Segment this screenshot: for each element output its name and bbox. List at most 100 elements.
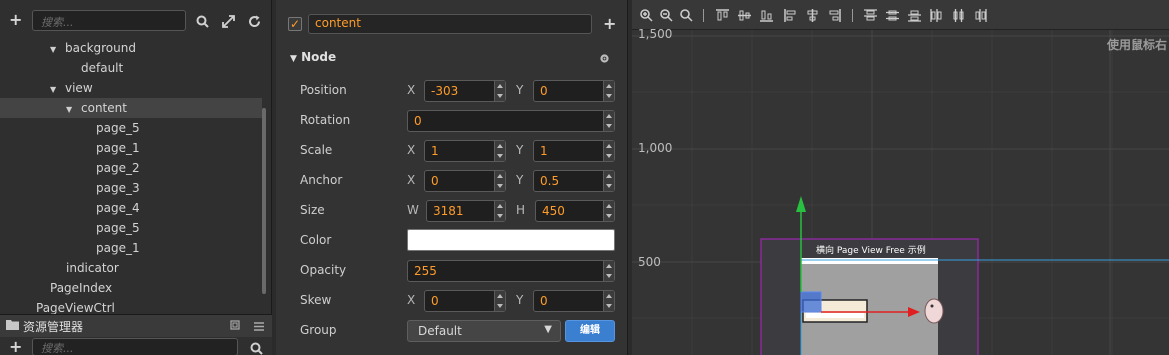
- scale-x-stepper[interactable]: [494, 141, 505, 161]
- gear-icon[interactable]: [599, 53, 610, 67]
- tree-node-page_4[interactable]: page_4: [0, 198, 262, 218]
- anchor-x-label: X: [407, 173, 416, 187]
- scale-label: Scale: [300, 143, 333, 157]
- tree-node-label: page_3: [96, 181, 140, 195]
- size-h-input[interactable]: 450: [535, 200, 615, 222]
- tree-node-default[interactable]: default: [0, 58, 262, 78]
- size-h-stepper[interactable]: [603, 201, 614, 221]
- size-w-label: W: [407, 203, 419, 217]
- skew-x-label: X: [407, 293, 416, 307]
- expand-icon[interactable]: [220, 13, 236, 29]
- tree-node-page_1[interactable]: page_1: [0, 138, 262, 158]
- tree-node-label: page_5: [96, 121, 140, 135]
- tree-node-page_5[interactable]: page_5: [0, 218, 262, 238]
- character-sprite: [924, 298, 944, 324]
- color-picker[interactable]: [407, 229, 615, 251]
- tree-node-pageindex[interactable]: PageIndex: [0, 278, 262, 298]
- skew-x-value: 0: [431, 294, 439, 308]
- node-name-input[interactable]: content: [308, 14, 592, 34]
- tree-node-label: view: [65, 81, 93, 95]
- tree-node-page_2[interactable]: page_2: [0, 158, 262, 178]
- scale-y-stepper[interactable]: [603, 141, 614, 161]
- section-title: Node: [301, 50, 337, 64]
- expand-arrow-icon[interactable]: ▼: [50, 40, 60, 60]
- scene-hint: 使用鼠标右: [1106, 38, 1167, 52]
- tree-node-page_3[interactable]: page_3: [0, 178, 262, 198]
- zoom-reset-icon[interactable]: [680, 9, 693, 22]
- scale-x-value: 1: [431, 144, 439, 158]
- distribute-right-icon[interactable]: [974, 9, 987, 22]
- chevron-down-icon: ▼: [544, 324, 552, 335]
- opacity-input[interactable]: 255: [407, 260, 615, 282]
- tree-node-view[interactable]: ▼ view: [0, 78, 262, 98]
- node-section-header[interactable]: ▼ Node: [290, 50, 336, 64]
- scale-y-value: 1: [540, 144, 548, 158]
- menu-icon[interactable]: [254, 320, 264, 334]
- skew-label: Skew: [300, 293, 332, 307]
- skew-x-input[interactable]: 0: [424, 290, 506, 312]
- size-w-input[interactable]: 3181: [426, 200, 506, 222]
- scale-x-label: X: [407, 143, 416, 157]
- position-y-input[interactable]: 0: [533, 80, 615, 102]
- anchor-y-input[interactable]: 0.5: [533, 170, 615, 192]
- tree-node-indicator[interactable]: indicator: [0, 258, 262, 278]
- tree-node-page_1[interactable]: page_1: [0, 238, 262, 258]
- refresh-icon[interactable]: [246, 13, 262, 29]
- align-top-icon[interactable]: [716, 9, 729, 22]
- tree-node-background[interactable]: ▼ background: [0, 38, 262, 58]
- position-x-input[interactable]: -303: [424, 80, 506, 102]
- zoom-out-icon[interactable]: [660, 9, 673, 22]
- align-vcenter-icon[interactable]: [738, 9, 751, 22]
- distribute-top-icon[interactable]: [864, 9, 877, 22]
- skew-y-input[interactable]: 0: [533, 290, 615, 312]
- zoom-in-icon[interactable]: [640, 9, 653, 22]
- search-icon[interactable]: [194, 13, 210, 29]
- scene-canvas[interactable]: 1,500 1,000 500 横向 Page View Free 示例: [632, 27, 1169, 355]
- add-node-button[interactable]: +: [9, 12, 22, 28]
- align-hcenter-icon[interactable]: [806, 9, 819, 22]
- anchor-x-stepper[interactable]: [494, 171, 505, 191]
- scale-y-input[interactable]: 1: [533, 140, 615, 162]
- size-w-stepper[interactable]: [494, 201, 505, 221]
- expand-arrow-icon[interactable]: ▼: [50, 80, 60, 100]
- add-asset-button[interactable]: +: [9, 339, 22, 355]
- opacity-label: Opacity: [300, 263, 347, 277]
- rotation-stepper[interactable]: [603, 111, 614, 131]
- assets-search-input[interactable]: 搜索...: [32, 338, 238, 355]
- align-left-icon[interactable]: [784, 9, 797, 22]
- opacity-value: 255: [414, 264, 437, 278]
- distribute-hcenter-icon[interactable]: [952, 9, 965, 22]
- size-label: Size: [300, 203, 325, 217]
- scene-panel: 1,500 1,000 500 横向 Page View Free 示例 使用鼠…: [632, 0, 1169, 355]
- anchor-x-input[interactable]: 0: [424, 170, 506, 192]
- search-icon[interactable]: [248, 340, 264, 355]
- anchor-handle: [800, 291, 822, 313]
- distribute-left-icon[interactable]: [930, 9, 943, 22]
- anchor-y-stepper[interactable]: [603, 171, 614, 191]
- hierarchy-scrollbar[interactable]: [262, 108, 266, 294]
- group-select[interactable]: Default ▼: [407, 320, 561, 342]
- window-icon[interactable]: [230, 319, 240, 333]
- edit-group-button[interactable]: 编辑: [565, 320, 615, 342]
- scale-x-input[interactable]: 1: [424, 140, 506, 162]
- assets-header: 资源管理器: [0, 315, 272, 337]
- add-component-button[interactable]: +: [603, 16, 616, 32]
- position-x-stepper[interactable]: [494, 81, 505, 101]
- tree-node-page_5[interactable]: page_5: [0, 118, 262, 138]
- distribute-vcenter-icon[interactable]: [886, 9, 899, 22]
- tree-node-content[interactable]: ▼ content: [0, 98, 262, 118]
- skew-y-stepper[interactable]: [603, 291, 614, 311]
- rotation-input[interactable]: 0: [407, 110, 615, 132]
- align-bottom-icon[interactable]: [760, 9, 773, 22]
- scale-y-label: Y: [516, 143, 524, 157]
- position-y-stepper[interactable]: [603, 81, 614, 101]
- expand-arrow-icon[interactable]: ▼: [66, 100, 76, 120]
- node-tree: ▼ background default ▼ view ▼ content page_5 pag…: [0, 38, 262, 318]
- opacity-stepper[interactable]: [603, 261, 614, 281]
- skew-x-stepper[interactable]: [494, 291, 505, 311]
- tree-node-label: default: [81, 61, 124, 75]
- distribute-bottom-icon[interactable]: [908, 9, 921, 22]
- align-right-icon[interactable]: [828, 9, 841, 22]
- hierarchy-search-input[interactable]: 搜索...: [32, 10, 186, 31]
- node-enabled-checkbox[interactable]: ✓: [288, 17, 302, 31]
